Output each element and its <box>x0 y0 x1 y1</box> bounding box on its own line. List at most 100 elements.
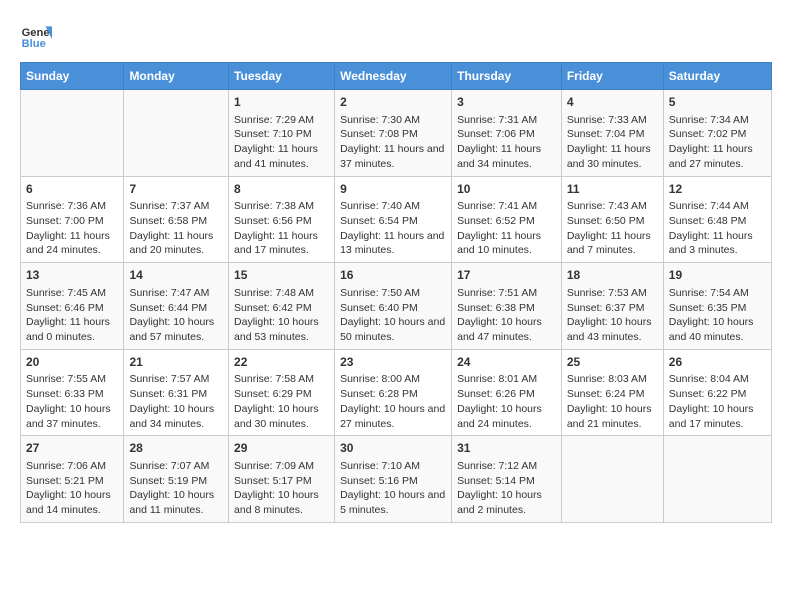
day-number: 15 <box>234 267 329 284</box>
calendar-cell: 21Sunrise: 7:57 AM Sunset: 6:31 PM Dayli… <box>124 349 229 436</box>
day-info: Sunrise: 7:53 AM Sunset: 6:37 PM Dayligh… <box>567 286 658 345</box>
day-number: 12 <box>669 181 766 198</box>
calendar-cell <box>663 436 771 523</box>
calendar-cell: 22Sunrise: 7:58 AM Sunset: 6:29 PM Dayli… <box>229 349 335 436</box>
calendar-body: 1 Sunrise: 7:29 AM Sunset: 7:10 PM Daylig… <box>21 90 772 523</box>
day-number: 9 <box>340 181 446 198</box>
calendar-week-row: 13Sunrise: 7:45 AM Sunset: 6:46 PM Dayli… <box>21 263 772 350</box>
calendar-cell: 14Sunrise: 7:47 AM Sunset: 6:44 PM Dayli… <box>124 263 229 350</box>
day-number: 20 <box>26 354 118 371</box>
calendar-cell: 15 Sunrise: 7:48 AM Sunset: 6:42 PM Dayli… <box>229 263 335 350</box>
day-number: 17 <box>457 267 556 284</box>
day-info: Sunrise: 8:04 AM Sunset: 6:22 PM Dayligh… <box>669 372 766 431</box>
calendar-cell: 29 Sunrise: 7:09 AM Sunset: 5:17 PM Dayli… <box>229 436 335 523</box>
calendar-cell: 18 Sunrise: 7:53 AM Sunset: 6:37 PM Dayli… <box>561 263 663 350</box>
weekday-header-row: SundayMondayTuesdayWednesdayThursdayFrid… <box>21 63 772 90</box>
calendar-table: SundayMondayTuesdayWednesdayThursdayFrid… <box>20 62 772 523</box>
calendar-week-row: 6Sunrise: 7:36 AM Sunset: 7:00 PM Daylig… <box>21 176 772 263</box>
calendar-cell: 26Sunrise: 8:04 AM Sunset: 6:22 PM Dayli… <box>663 349 771 436</box>
logo-icon: General Blue <box>20 20 52 52</box>
day-info: Sunrise: 7:45 AM Sunset: 6:46 PM Dayligh… <box>26 286 118 345</box>
day-number: 21 <box>129 354 223 371</box>
calendar-week-row: 27 Sunrise: 7:06 AM Sunset: 5:21 PM Dayli… <box>21 436 772 523</box>
day-info: Sunrise: 7:33 AM Sunset: 7:04 PM Dayligh… <box>567 113 658 172</box>
calendar-cell: 2 Sunrise: 7:30 AM Sunset: 7:08 PM Daylig… <box>335 90 452 177</box>
calendar-cell: 7Sunrise: 7:37 AM Sunset: 6:58 PM Daylig… <box>124 176 229 263</box>
day-number: 27 <box>26 440 118 457</box>
calendar-week-row: 1 Sunrise: 7:29 AM Sunset: 7:10 PM Daylig… <box>21 90 772 177</box>
calendar-cell: 9Sunrise: 7:40 AM Sunset: 6:54 PM Daylig… <box>335 176 452 263</box>
svg-text:Blue: Blue <box>22 38 46 50</box>
day-number: 26 <box>669 354 766 371</box>
day-number: 5 <box>669 94 766 111</box>
day-number: 1 <box>234 94 329 111</box>
calendar-cell: 23Sunrise: 8:00 AM Sunset: 6:28 PM Dayli… <box>335 349 452 436</box>
weekday-header-friday: Friday <box>561 63 663 90</box>
day-number: 6 <box>26 181 118 198</box>
calendar-cell: 20Sunrise: 7:55 AM Sunset: 6:33 PM Dayli… <box>21 349 124 436</box>
day-info: Sunrise: 7:58 AM Sunset: 6:29 PM Dayligh… <box>234 372 329 431</box>
day-info: Sunrise: 7:10 AM Sunset: 5:16 PM Dayligh… <box>340 459 446 518</box>
day-info: Sunrise: 7:34 AM Sunset: 7:02 PM Dayligh… <box>669 113 766 172</box>
day-info: Sunrise: 7:06 AM Sunset: 5:21 PM Dayligh… <box>26 459 118 518</box>
weekday-header-monday: Monday <box>124 63 229 90</box>
day-info: Sunrise: 7:51 AM Sunset: 6:38 PM Dayligh… <box>457 286 556 345</box>
calendar-cell: 25Sunrise: 8:03 AM Sunset: 6:24 PM Dayli… <box>561 349 663 436</box>
day-info: Sunrise: 7:40 AM Sunset: 6:54 PM Dayligh… <box>340 199 446 258</box>
weekday-header-wednesday: Wednesday <box>335 63 452 90</box>
weekday-header-tuesday: Tuesday <box>229 63 335 90</box>
day-info: Sunrise: 7:50 AM Sunset: 6:40 PM Dayligh… <box>340 286 446 345</box>
day-info: Sunrise: 7:54 AM Sunset: 6:35 PM Dayligh… <box>669 286 766 345</box>
day-number: 11 <box>567 181 658 198</box>
day-number: 31 <box>457 440 556 457</box>
calendar-cell: 5 Sunrise: 7:34 AM Sunset: 7:02 PM Daylig… <box>663 90 771 177</box>
day-number: 7 <box>129 181 223 198</box>
day-number: 3 <box>457 94 556 111</box>
calendar-cell: 1 Sunrise: 7:29 AM Sunset: 7:10 PM Daylig… <box>229 90 335 177</box>
day-info: Sunrise: 7:29 AM Sunset: 7:10 PM Dayligh… <box>234 113 329 172</box>
calendar-cell: 30Sunrise: 7:10 AM Sunset: 5:16 PM Dayli… <box>335 436 452 523</box>
calendar-cell: 16Sunrise: 7:50 AM Sunset: 6:40 PM Dayli… <box>335 263 452 350</box>
calendar-cell: 4 Sunrise: 7:33 AM Sunset: 7:04 PM Daylig… <box>561 90 663 177</box>
calendar-cell: 24Sunrise: 8:01 AM Sunset: 6:26 PM Dayli… <box>452 349 562 436</box>
page-header: General Blue <box>20 20 772 52</box>
day-number: 8 <box>234 181 329 198</box>
day-info: Sunrise: 7:12 AM Sunset: 5:14 PM Dayligh… <box>457 459 556 518</box>
day-info: Sunrise: 7:47 AM Sunset: 6:44 PM Dayligh… <box>129 286 223 345</box>
day-number: 10 <box>457 181 556 198</box>
weekday-header-saturday: Saturday <box>663 63 771 90</box>
day-number: 19 <box>669 267 766 284</box>
calendar-week-row: 20Sunrise: 7:55 AM Sunset: 6:33 PM Dayli… <box>21 349 772 436</box>
calendar-cell: 31 Sunrise: 7:12 AM Sunset: 5:14 PM Dayli… <box>452 436 562 523</box>
logo: General Blue <box>20 20 52 52</box>
calendar-cell: 10Sunrise: 7:41 AM Sunset: 6:52 PM Dayli… <box>452 176 562 263</box>
day-number: 2 <box>340 94 446 111</box>
day-number: 4 <box>567 94 658 111</box>
day-info: Sunrise: 7:31 AM Sunset: 7:06 PM Dayligh… <box>457 113 556 172</box>
day-info: Sunrise: 7:37 AM Sunset: 6:58 PM Dayligh… <box>129 199 223 258</box>
day-info: Sunrise: 7:09 AM Sunset: 5:17 PM Dayligh… <box>234 459 329 518</box>
calendar-cell: 8Sunrise: 7:38 AM Sunset: 6:56 PM Daylig… <box>229 176 335 263</box>
day-number: 29 <box>234 440 329 457</box>
day-info: Sunrise: 7:30 AM Sunset: 7:08 PM Dayligh… <box>340 113 446 172</box>
day-info: Sunrise: 7:07 AM Sunset: 5:19 PM Dayligh… <box>129 459 223 518</box>
day-info: Sunrise: 7:36 AM Sunset: 7:00 PM Dayligh… <box>26 199 118 258</box>
calendar-cell: 11Sunrise: 7:43 AM Sunset: 6:50 PM Dayli… <box>561 176 663 263</box>
day-number: 22 <box>234 354 329 371</box>
calendar-cell <box>21 90 124 177</box>
day-info: Sunrise: 7:48 AM Sunset: 6:42 PM Dayligh… <box>234 286 329 345</box>
calendar-cell: 17 Sunrise: 7:51 AM Sunset: 6:38 PM Dayli… <box>452 263 562 350</box>
day-info: Sunrise: 7:55 AM Sunset: 6:33 PM Dayligh… <box>26 372 118 431</box>
weekday-header-thursday: Thursday <box>452 63 562 90</box>
calendar-cell: 27 Sunrise: 7:06 AM Sunset: 5:21 PM Dayli… <box>21 436 124 523</box>
day-number: 18 <box>567 267 658 284</box>
calendar-cell: 19 Sunrise: 7:54 AM Sunset: 6:35 PM Dayli… <box>663 263 771 350</box>
day-info: Sunrise: 7:44 AM Sunset: 6:48 PM Dayligh… <box>669 199 766 258</box>
calendar-header: SundayMondayTuesdayWednesdayThursdayFrid… <box>21 63 772 90</box>
day-number: 24 <box>457 354 556 371</box>
day-info: Sunrise: 8:01 AM Sunset: 6:26 PM Dayligh… <box>457 372 556 431</box>
day-number: 28 <box>129 440 223 457</box>
calendar-cell: 12Sunrise: 7:44 AM Sunset: 6:48 PM Dayli… <box>663 176 771 263</box>
day-info: Sunrise: 7:43 AM Sunset: 6:50 PM Dayligh… <box>567 199 658 258</box>
day-info: Sunrise: 7:41 AM Sunset: 6:52 PM Dayligh… <box>457 199 556 258</box>
